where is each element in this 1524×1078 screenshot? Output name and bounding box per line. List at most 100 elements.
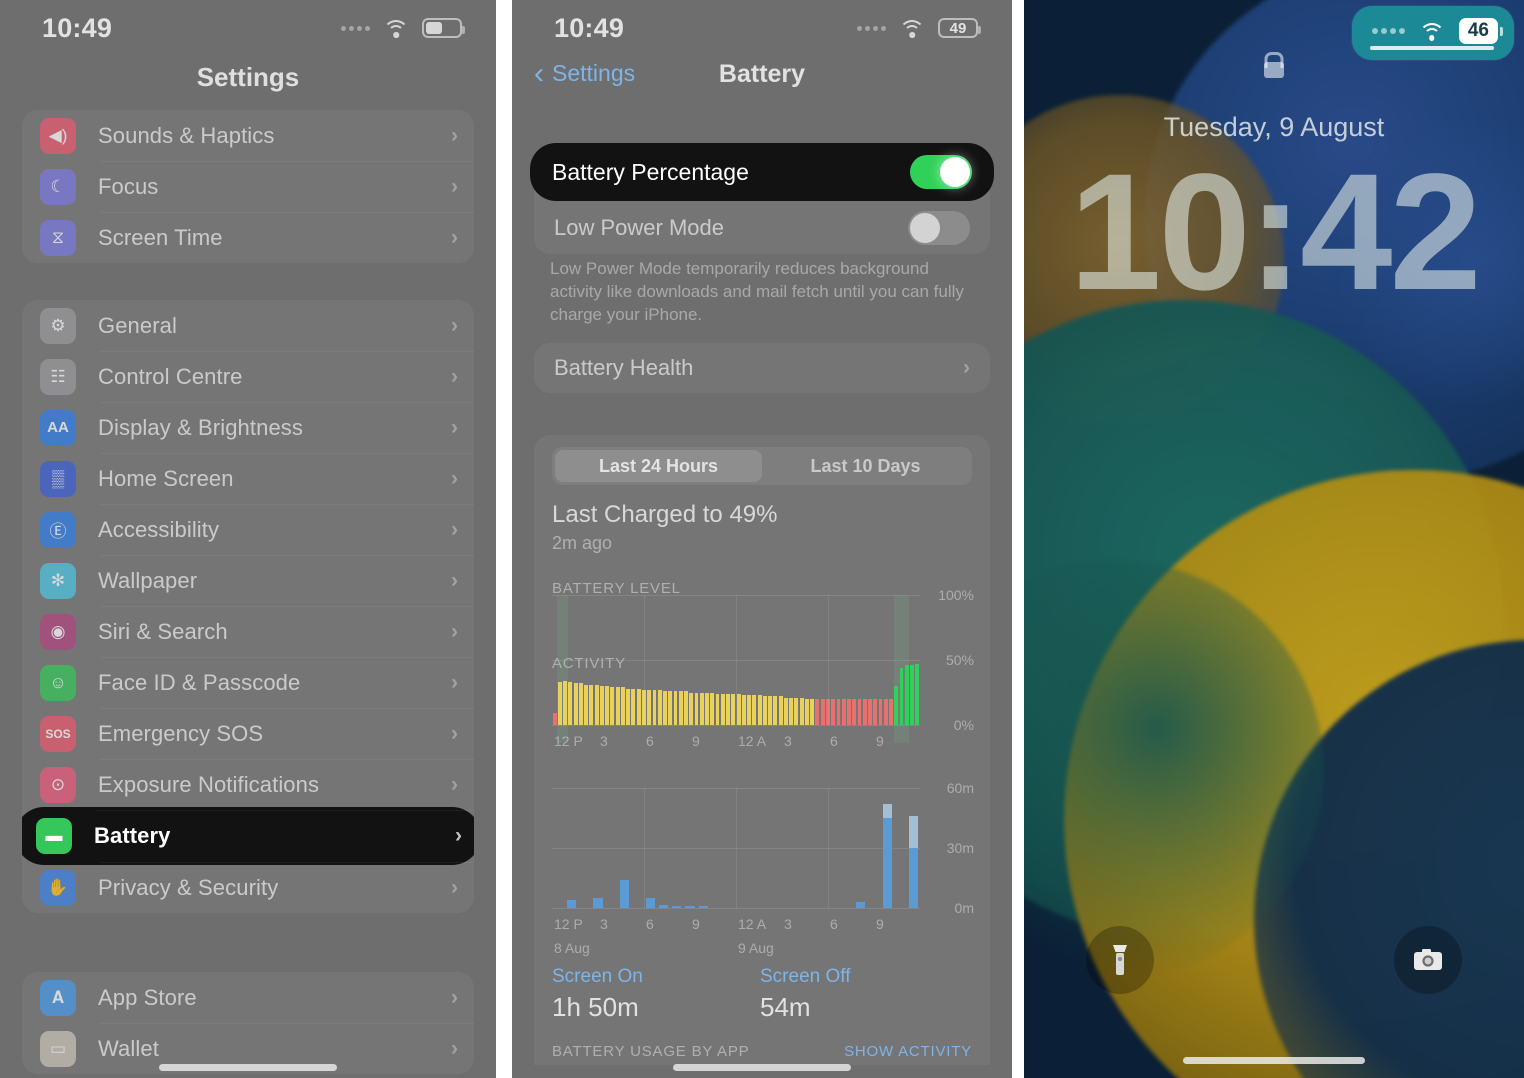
chart-bar-screen-on (685, 906, 695, 908)
chevron-right-icon: › (451, 619, 458, 643)
settings-row-label: Home Screen (98, 465, 234, 491)
chart-bar (841, 699, 846, 725)
x-axis-day-label: 9 Aug (738, 940, 774, 956)
settings-row-screen-time[interactable]: ⧖ Screen Time › (22, 212, 474, 263)
settings-row-battery[interactable]: ▬ Battery › (22, 810, 474, 862)
highlight-underline (1369, 46, 1494, 50)
settings-row-sounds-haptics[interactable]: ◀) Sounds & Haptics › (22, 110, 474, 161)
camera-icon (1414, 949, 1442, 970)
chart-bar (636, 688, 641, 725)
chevron-right-icon: › (451, 985, 458, 1009)
x-axis-tick: 3 (600, 733, 608, 749)
chart-bar-screen-on (645, 898, 656, 908)
home-indicator (673, 1064, 851, 1071)
x-axis-tick: 12 A (738, 916, 767, 932)
settings-row-accessibility[interactable]: Ⓔ Accessibility › (22, 504, 474, 555)
low-power-mode-row[interactable]: Low Power Mode (534, 202, 990, 254)
settings-group-3: 𝐀 App Store › ▭ Wallet › (22, 972, 474, 1074)
x-axis-tick: 6 (646, 916, 654, 932)
vertical-gridline (736, 595, 737, 725)
settings-row-focus[interactable]: ☾ Focus › (22, 161, 474, 212)
home-indicator (159, 1064, 337, 1071)
chevron-right-icon: › (451, 875, 458, 899)
chart-bar (741, 695, 746, 725)
settings-row-wallpaper[interactable]: ✻ Wallpaper › (22, 555, 474, 606)
settings-row-home-screen[interactable]: ▒ Home Screen › (22, 453, 474, 504)
flashlight-button[interactable] (1086, 926, 1154, 994)
chart-bar (852, 699, 857, 725)
chart-bar (810, 699, 815, 725)
chevron-right-icon: › (451, 123, 458, 147)
battery-percentage-toggle[interactable] (910, 155, 972, 189)
chart-bar (715, 693, 720, 725)
segment-last-24-hours[interactable]: Last 24 Hours (555, 450, 762, 482)
chart-bar-screen-on (672, 906, 682, 908)
settings-row-label: Face ID & Passcode (98, 669, 301, 695)
chart-bar-screen-on (659, 905, 669, 908)
settings-row-label: Wallet (98, 1035, 159, 1061)
chart-bar (889, 699, 893, 725)
chart-bar-screen-off (908, 816, 919, 848)
chart-bar (768, 696, 773, 725)
status-bar-time: 10:49 (554, 12, 625, 43)
chevron-right-icon: › (451, 517, 458, 541)
hourglass-icon: ⧖ (40, 219, 76, 256)
chart-bar (610, 687, 615, 725)
battery-health-card[interactable]: Battery Health › (534, 343, 990, 393)
y-axis-tick: 100% (938, 587, 974, 603)
back-button-label: Settings (552, 60, 636, 86)
settings-list-panel: 10:49 Settings ◀) Sounds & Haptics › ☾ Focus… (0, 0, 496, 1078)
battery-health-label: Battery Health (554, 355, 694, 380)
chart-bar-screen-on (882, 818, 892, 908)
hand-icon: ✋ (40, 869, 76, 906)
settings-row-face-id-passcode[interactable]: ☺ Face ID & Passcode › (22, 657, 474, 708)
back-button[interactable]: ‹ Settings (534, 58, 636, 88)
battery-percentage-label: Battery Percentage (552, 158, 749, 185)
chart-bar (731, 693, 736, 725)
speaker-icon: ◀) (40, 117, 76, 154)
chart-bar (883, 699, 888, 725)
chart-bar (552, 713, 557, 725)
chart-bar (557, 682, 562, 725)
settings-group-2: ⚙ General › ☷ Control Centre › AA Display & Bri… (22, 300, 474, 913)
chart-bar (689, 692, 694, 725)
settings-row-label: Screen Time (98, 224, 223, 250)
panel-divider (1012, 0, 1024, 1078)
time-range-segmented-control[interactable]: Last 24 Hours Last 10 Days (552, 447, 972, 485)
battery-icon: 49 (938, 18, 981, 38)
chart-bar (726, 693, 730, 725)
settings-row-app-store[interactable]: 𝐀 App Store › (22, 972, 474, 1023)
battery-percentage-row[interactable]: Battery Percentage (530, 143, 994, 201)
wifi-icon (383, 19, 409, 38)
x-axis-tick: 12 A (738, 733, 767, 749)
settings-row-siri-search[interactable]: ◉ Siri & Search › (22, 606, 474, 657)
chart-bar (904, 665, 909, 725)
wifi-icon (899, 19, 925, 38)
settings-row-emergency-sos[interactable]: SOS Emergency SOS › (22, 708, 474, 759)
settings-row-general[interactable]: ⚙ General › (22, 300, 474, 351)
chevron-right-icon: › (451, 721, 458, 745)
settings-row-display-brightness[interactable]: AA Display & Brightness › (22, 402, 474, 453)
vertical-gridline (736, 788, 737, 908)
settings-row-privacy-security[interactable]: ✋ Privacy & Security › (22, 862, 474, 913)
chart-bar-screen-on (593, 898, 603, 908)
screen-on-label: Screen On (552, 966, 643, 987)
settings-row-label: Privacy & Security (98, 874, 279, 900)
y-axis-tick: 0m (954, 900, 974, 916)
y-axis-tick: 0% (953, 717, 974, 733)
battery-level-chart: 0% 50% 100% (552, 587, 974, 743)
low-power-mode-toggle[interactable] (908, 211, 970, 245)
chevron-right-icon: › (455, 824, 462, 847)
settings-row-control-centre[interactable]: ☷ Control Centre › (22, 351, 474, 402)
settings-row-exposure-notifications[interactable]: ⊙ Exposure Notifications › (22, 759, 474, 810)
vertical-gridline (828, 788, 829, 908)
show-activity-button[interactable]: SHOW ACTIVITY (844, 1043, 972, 1060)
segment-last-10-days[interactable]: Last 10 Days (762, 450, 969, 482)
gridline (552, 908, 920, 909)
camera-button[interactable] (1394, 926, 1462, 994)
chart-bar (620, 687, 625, 725)
status-bar-highlight: 46 (1351, 6, 1514, 60)
settings-row-label: General (98, 312, 177, 338)
chart-bar (631, 688, 636, 725)
face-id-icon: ☺ (40, 664, 76, 701)
